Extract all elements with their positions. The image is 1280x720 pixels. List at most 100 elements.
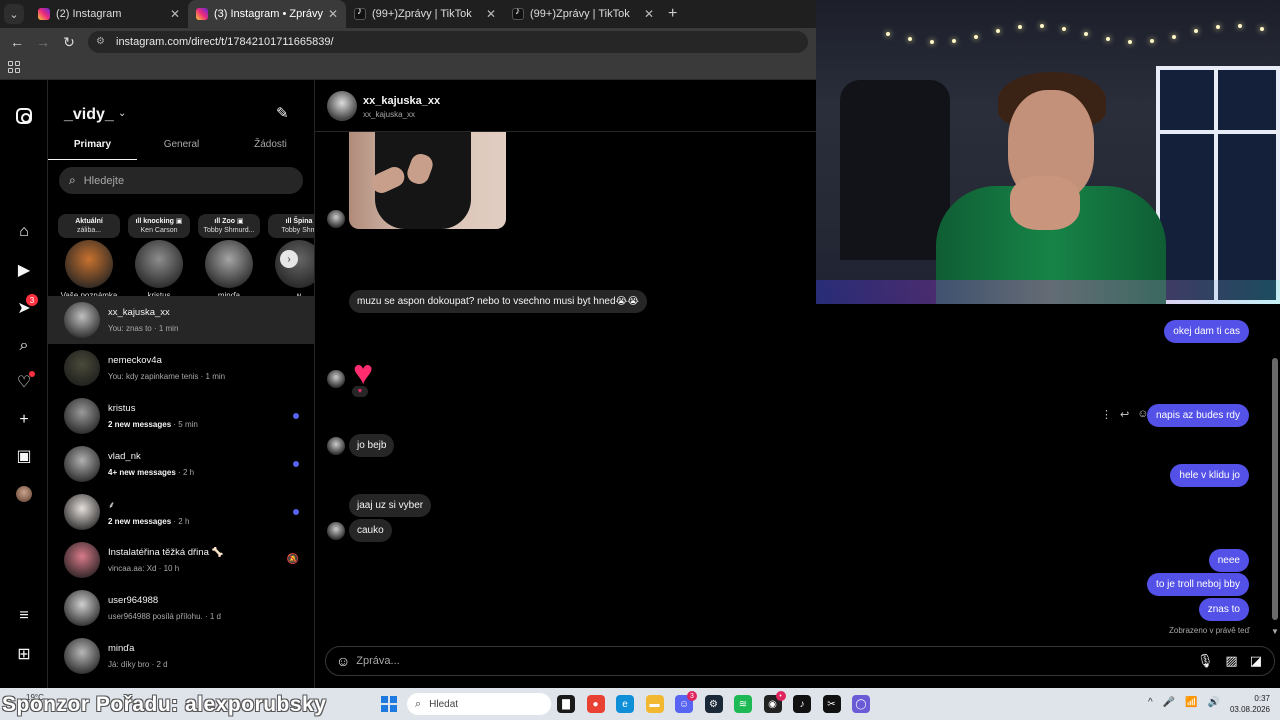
new-message-icon[interactable]: ✎ (276, 104, 294, 122)
note-bubble[interactable]: ıll Špina Tobby Shm (268, 214, 314, 238)
message-avatar[interactable] (327, 210, 345, 228)
close-tab-icon[interactable]: ✕ (328, 7, 338, 21)
microphone-icon[interactable]: 🎙 (1197, 653, 1214, 669)
note-bubble[interactable]: Aktuální záliba... (58, 214, 120, 238)
thread-avatar[interactable] (64, 398, 100, 434)
chat-avatar[interactable] (327, 91, 357, 121)
back-button[interactable]: ← (6, 31, 28, 53)
reload-button[interactable]: ↻ (58, 31, 80, 53)
thread-avatar[interactable] (64, 590, 100, 626)
message-outgoing[interactable]: znas to (1198, 598, 1249, 621)
filter-tab[interactable]: General (137, 132, 226, 160)
reply-icon[interactable]: ↩ (1120, 408, 1129, 421)
thread-avatar[interactable] (64, 446, 100, 482)
chat-name[interactable]: xx_kajuska_xx (363, 95, 440, 107)
close-tab-icon[interactable]: ✕ (486, 7, 496, 21)
message-avatar[interactable] (327, 437, 345, 455)
sticker-icon[interactable]: ◪ (1250, 653, 1262, 669)
thread-row[interactable]: minďa Já: díky bro · 2 d (48, 632, 314, 680)
message-outgoing[interactable]: to je troll neboj bby (1147, 573, 1249, 596)
note-bubble[interactable]: ıll knocking ▣ Ken Carson (128, 214, 190, 238)
note-bubble[interactable]: ıll Zoo ▣ Tobby Shmurd... (198, 214, 260, 238)
explorer-app[interactable]: ▇ (557, 695, 575, 713)
message-incoming[interactable]: muzu se aspon dokoupat? nebo to vsechno … (349, 290, 647, 313)
chrome-app[interactable]: ● (586, 695, 605, 713)
taskbar-search[interactable]: ⌕ Hledat (407, 693, 551, 715)
message-outgoing[interactable]: neee (1208, 549, 1249, 572)
note-item[interactable]: Aktuálnízáliba...Vaše poznámka (58, 214, 120, 300)
more-icon[interactable]: ⋮ (1101, 408, 1112, 421)
steam-app[interactable]: ⚙ (704, 695, 723, 713)
url-field[interactable]: ⚙ instagram.com/direct/t/178421017116658… (88, 31, 808, 53)
wifi-icon[interactable]: 📶 (1185, 697, 1197, 708)
message-input[interactable] (356, 655, 1197, 667)
message-incoming[interactable]: jo bejb (349, 434, 395, 457)
heart-reaction[interactable]: ♥ (352, 386, 368, 397)
image-icon[interactable]: ▨ (1225, 653, 1237, 669)
home-icon[interactable]: ⌂ (14, 222, 34, 242)
search-input[interactable] (83, 174, 284, 187)
browser-tab[interactable]: (3) Instagram • Zprávy ✕ (188, 0, 346, 28)
heart-message[interactable]: ♥ (353, 356, 373, 390)
menu-icon[interactable]: ≡ (14, 606, 34, 626)
thread-avatar[interactable] (64, 542, 100, 578)
note-item[interactable]: ıll knocking ▣Ken Carsonkristus (128, 214, 190, 300)
note-avatar[interactable] (135, 240, 183, 288)
instagram-logo-icon[interactable] (14, 106, 34, 126)
thread-row[interactable]: user964988 user964988 posílá přílohu. · 1… (48, 584, 314, 632)
chevron-right-icon[interactable]: › (280, 250, 298, 268)
message-incoming[interactable]: cauko (349, 519, 392, 542)
thread-avatar[interactable] (64, 350, 100, 386)
apps-icon[interactable]: ⊞ (14, 644, 34, 664)
capcut-app[interactable]: ✂ (822, 695, 841, 713)
thread-row[interactable]: ⸙ 2 new messages · 2 h (48, 488, 314, 536)
notifications-icon[interactable]: ♡ (14, 371, 35, 392)
message-avatar[interactable] (327, 522, 345, 540)
message-outgoing[interactable]: okej dam ti cas (1164, 320, 1249, 343)
new-tab-button[interactable]: + (668, 5, 677, 23)
edge-app[interactable]: e (616, 695, 634, 713)
chat-header[interactable]: xx_kajuska_xx xx_kajuska_xx (315, 80, 816, 132)
microphone-icon[interactable]: 🎤 (1163, 697, 1175, 708)
close-tab-icon[interactable]: ✕ (644, 7, 654, 21)
browser-tab[interactable]: (99+)Zprávy | TikTok ✕ (346, 0, 504, 28)
create-icon[interactable]: + (14, 410, 34, 430)
note-avatar[interactable] (205, 240, 253, 288)
thread-row[interactable]: kristus 2 new messages · 5 min (48, 392, 314, 440)
forward-button[interactable]: → (32, 31, 54, 53)
thread-row[interactable]: xx_kajuska_xx You: znas to · 1 min (48, 296, 314, 344)
photo-message[interactable] (349, 132, 506, 229)
browser-tab[interactable]: (2) Instagram ✕ (30, 0, 188, 28)
volume-icon[interactable]: 🔊 (1208, 697, 1220, 708)
messages-icon[interactable]: ➤ 3 (14, 294, 38, 318)
message-incoming[interactable]: jaaj uz si vyber (349, 494, 432, 517)
chevron-down-icon[interactable]: ⌄ (118, 108, 126, 119)
profile-avatar[interactable] (14, 484, 34, 504)
thread-avatar[interactable] (64, 494, 100, 530)
message-avatar[interactable] (327, 370, 345, 388)
other-app[interactable]: ◯ (852, 695, 870, 713)
tab-search-button[interactable]: ⌄ (4, 4, 24, 24)
apps-grid-icon[interactable] (8, 61, 20, 73)
dashboard-icon[interactable]: ▣ (14, 446, 34, 466)
filter-tab[interactable]: Žádosti (226, 132, 314, 160)
obs-app[interactable]: ◉ • (763, 691, 786, 713)
show-hidden-icons-icon[interactable]: ^ (1148, 697, 1153, 708)
thread-avatar[interactable] (64, 638, 100, 674)
folder-app[interactable]: ▬ (645, 695, 664, 713)
note-item[interactable]: ıll Zoo ▣Tobby Shmurd...minďa (198, 214, 260, 300)
search-box[interactable]: ⌕ (59, 167, 303, 194)
filter-tab[interactable]: Primary (48, 132, 137, 160)
start-button[interactable] (381, 696, 397, 712)
spotify-app[interactable]: ≋ (734, 695, 752, 713)
site-info-icon[interactable]: ⚙ (96, 36, 108, 48)
thread-row[interactable]: nemeckov4a You: kdy zapinkame tenis · 1 m… (48, 344, 314, 392)
browser-tab[interactable]: (99+)Zprávy | TikTok ✕ (504, 0, 662, 28)
reels-icon[interactable]: ▶ (14, 260, 34, 280)
emoji-icon[interactable]: ☺ (336, 653, 350, 669)
thread-row[interactable]: Instalatéřina těžká dřina 🦴 vincaa.aa: Xd… (48, 536, 314, 584)
thread-row[interactable]: vlad_nk 4+ new messages · 2 h (48, 440, 314, 488)
note-avatar[interactable] (65, 240, 113, 288)
message-outgoing[interactable]: napis az budes rdy (1147, 404, 1249, 427)
thread-avatar[interactable] (64, 302, 100, 338)
